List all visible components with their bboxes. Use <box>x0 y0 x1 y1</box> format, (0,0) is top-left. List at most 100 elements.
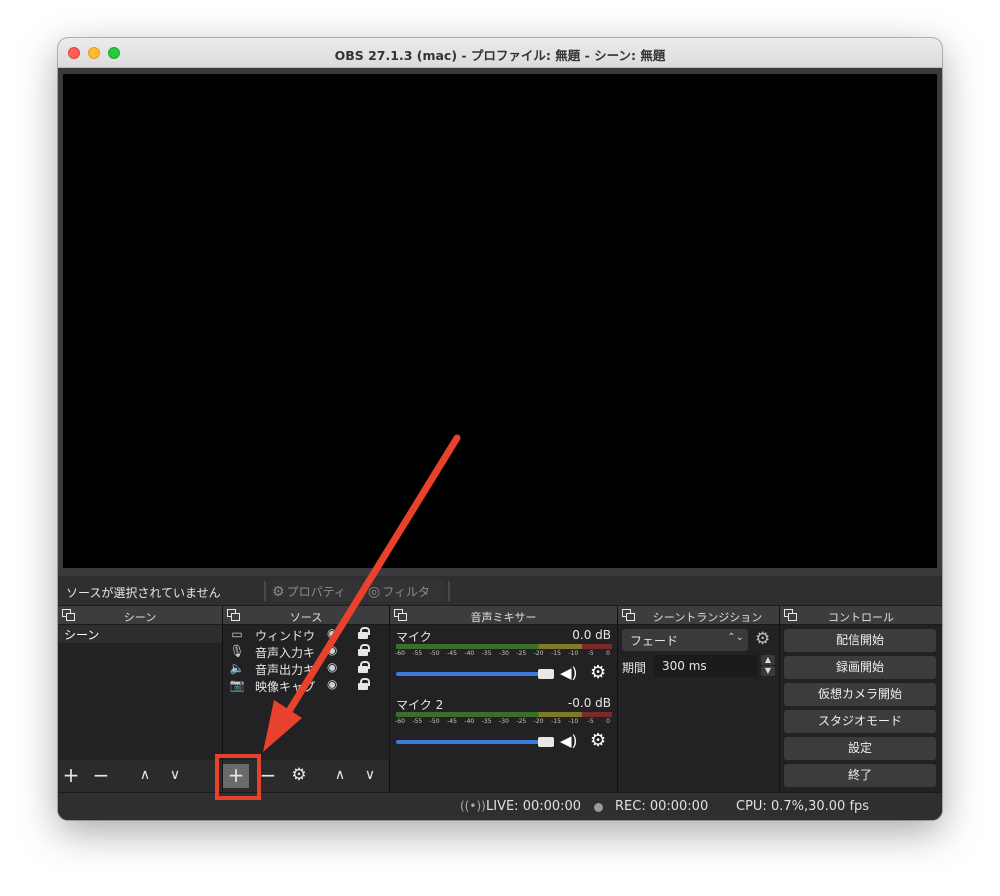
channel-name: マイク 2 <box>396 698 444 712</box>
meter-scale: -60 -55 -50 -45 -40 -35 -30 -25 -20 -15 -10 -5 0 <box>395 650 612 660</box>
microphone-icon: 🎙 <box>229 644 245 658</box>
visibility-eye-icon[interactable]: ◉ <box>327 677 337 691</box>
meter-tick-label: -40 <box>464 718 475 725</box>
live-broadcast-icon: ((•)) <box>460 799 486 813</box>
speaker-icon[interactable]: ◀) <box>560 664 577 682</box>
controls-dock-title: コントロール <box>828 611 894 624</box>
source-item-video-capture[interactable]: 📷 映像キャプ ◉ <box>223 677 389 695</box>
sources-dock-header: ソース <box>223 606 389 625</box>
move-scene-up-button[interactable]: ∧ <box>132 764 158 788</box>
properties-label: プロパティ <box>286 585 346 599</box>
settings-button[interactable]: 設定 <box>784 737 936 760</box>
dock-area: シーン シーン + − ∧ ∨ ソース ▭ ウィンドウ ◉ 🎙 音声入力キ ◉ … <box>58 606 942 792</box>
remove-scene-button[interactable]: − <box>88 764 114 788</box>
duration-input[interactable]: 300 ms <box>654 655 758 677</box>
meter-tick-label: -5 <box>587 650 594 657</box>
visibility-eye-icon[interactable]: ◉ <box>327 643 337 657</box>
scenes-dock: シーン シーン + − ∧ ∨ <box>58 606 223 792</box>
camera-icon: 📷 <box>229 678 245 692</box>
filters-label: フィルタ <box>382 585 430 599</box>
exit-button[interactable]: 終了 <box>784 764 936 787</box>
title-bar: OBS 27.1.3 (mac) - プロファイル: 無題 - シーン: 無題 <box>58 38 942 68</box>
scenes-dock-title: シーン <box>123 611 157 624</box>
lock-icon[interactable] <box>358 644 370 656</box>
volume-meter <box>396 644 612 649</box>
transition-gear-icon[interactable]: ⚙ <box>755 629 770 649</box>
source-properties-gear-icon[interactable]: ⚙ <box>286 764 312 788</box>
speaker-icon[interactable]: ◀) <box>560 732 577 750</box>
source-item-audio-output[interactable]: 🔈 音声出力キ ◉ <box>223 660 389 678</box>
gear-icon[interactable]: ⚙ <box>590 730 606 751</box>
source-label: 映像キャプ <box>255 680 316 694</box>
visibility-eye-icon[interactable]: ◉ <box>327 660 337 674</box>
window-title: OBS 27.1.3 (mac) - プロファイル: 無題 - シーン: 無題 <box>334 48 666 63</box>
duration-decrease-button[interactable]: ▼ <box>761 666 775 676</box>
preview-canvas[interactable] <box>63 74 937 568</box>
meter-tick-label: -45 <box>447 650 457 657</box>
studio-mode-button[interactable]: スタジオモード <box>784 710 936 733</box>
scenes-footer: + − ∧ ∨ <box>58 760 222 792</box>
meter-tick-label: -35 <box>481 718 492 725</box>
visibility-eye-icon[interactable]: ◉ <box>327 626 337 640</box>
meter-tick-label: -30 <box>499 650 509 657</box>
source-item-audio-input[interactable]: 🎙 音声入力キ ◉ <box>223 643 389 661</box>
volume-slider[interactable] <box>396 740 542 744</box>
chevron-updown-icon: ⌃⌄ <box>727 632 744 643</box>
start-recording-button[interactable]: 録画開始 <box>784 656 936 679</box>
volume-slider-handle[interactable] <box>538 737 554 747</box>
channel-name: マイク <box>396 630 432 644</box>
source-item-window[interactable]: ▭ ウィンドウ ◉ <box>223 626 389 644</box>
duration-label: 期間 <box>622 661 647 675</box>
volume-slider-handle[interactable] <box>538 669 554 679</box>
meter-tick-label: -25 <box>516 650 527 657</box>
meter-tick-label: -45 <box>447 718 457 725</box>
sources-dock: ソース ▭ ウィンドウ ◉ 🎙 音声入力キ ◉ 🔈 音声出力キ ◉ � <box>223 606 390 792</box>
add-scene-button[interactable]: + <box>58 764 84 788</box>
properties-button[interactable]: ⚙ プロパティ <box>272 581 366 601</box>
audio-mixer-dock: 音声ミキサー マイク 0.0 dB -60 -55 -50 -45 -40 -35 -30-… <box>390 606 618 792</box>
volume-slider[interactable] <box>396 672 542 676</box>
status-bar: ((•)) LIVE: 00:00:00 REC: 00:00:00 CPU: … <box>58 792 942 820</box>
scene-list-item[interactable]: シーン <box>58 625 222 643</box>
transitions-dock-header: シーントランジション <box>618 606 779 625</box>
meter-tick-label: -55 <box>412 650 423 657</box>
meter-tick-label: -10 <box>568 718 579 725</box>
meter-tick-label: -20 <box>533 718 544 725</box>
gear-icon[interactable]: ⚙ <box>590 662 606 683</box>
filters-button[interactable]: ◎ フィルタ <box>368 581 444 601</box>
meter-tick-label: -55 <box>412 718 423 725</box>
move-source-up-button[interactable]: ∧ <box>327 764 353 788</box>
move-source-down-button[interactable]: ∨ <box>357 764 383 788</box>
meter-tick-label: -5 <box>587 718 594 725</box>
meter-scale: -60 -55 -50 -45 -40 -35 -30 -25 -20 -15 -10 -5 0 <box>395 718 612 728</box>
source-label: 音声入力キ <box>255 646 316 660</box>
sources-footer: + − ⚙ ∧ ∨ <box>223 760 389 792</box>
meter-tick-label: -50 <box>429 718 440 725</box>
channel-db-readout: 0.0 dB <box>572 628 611 642</box>
meter-tick-label: -25 <box>516 718 527 725</box>
meter-tick-label: 0 <box>606 718 610 725</box>
scenes-dock-header: シーン <box>58 606 222 625</box>
transition-selected-value: フェード <box>630 634 679 648</box>
lock-icon[interactable] <box>358 627 370 639</box>
filter-icon: ◎ <box>368 584 381 600</box>
meter-tick-label: -15 <box>551 650 561 657</box>
transition-select[interactable]: フェード ⌃⌄ <box>622 629 748 651</box>
start-streaming-button[interactable]: 配信開始 <box>784 629 936 652</box>
toolbar-separator <box>448 581 450 601</box>
meter-tick-label: -60 <box>395 718 405 725</box>
preview-area <box>58 68 942 576</box>
lock-icon[interactable] <box>358 678 370 690</box>
volume-meter <box>396 712 612 717</box>
duration-increase-button[interactable]: ▲ <box>761 655 775 665</box>
start-virtual-camera-button[interactable]: 仮想カメラ開始 <box>784 683 936 706</box>
add-source-button[interactable]: + <box>223 764 249 788</box>
source-label: 音声出力キ <box>255 663 316 677</box>
move-scene-down-button[interactable]: ∨ <box>162 764 188 788</box>
cpu-fps-readout: CPU: 0.7%,30.00 fps <box>736 799 870 814</box>
meter-tick-label: -60 <box>395 650 405 657</box>
undock-icon[interactable] <box>622 609 635 621</box>
remove-source-button[interactable]: − <box>255 764 281 788</box>
record-dot-icon <box>594 803 603 812</box>
lock-icon[interactable] <box>358 661 370 673</box>
